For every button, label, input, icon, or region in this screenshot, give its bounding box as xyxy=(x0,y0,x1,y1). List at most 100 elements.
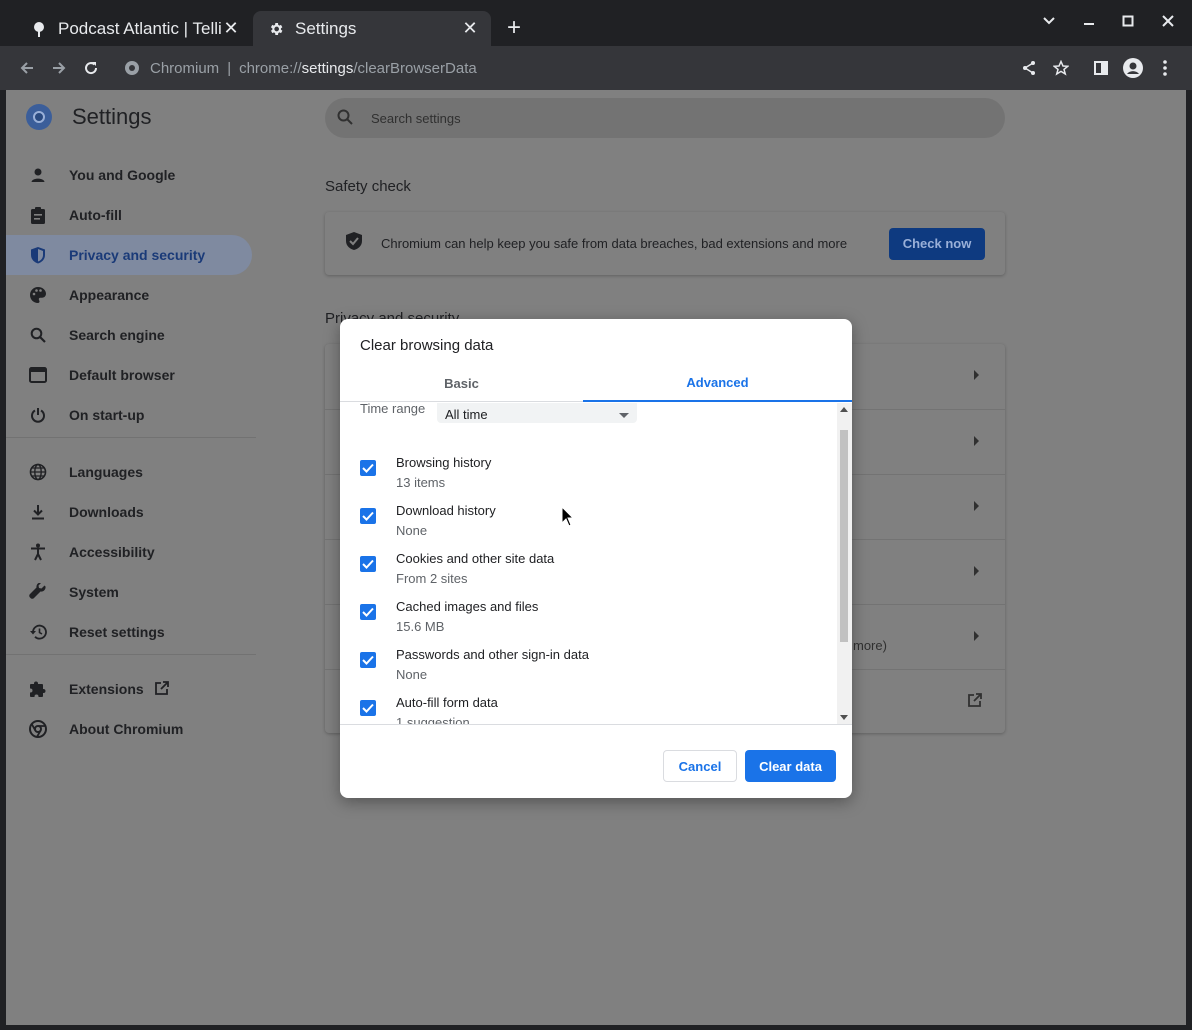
globe-icon xyxy=(28,462,48,482)
sidebar-item-label: Downloads xyxy=(69,504,144,520)
profile-avatar-icon[interactable] xyxy=(1121,56,1145,80)
checkbox-checked-icon[interactable] xyxy=(360,700,376,716)
data-type-item: Download history None xyxy=(360,503,820,547)
sidebar-item-privacy-and-security[interactable]: Privacy and security xyxy=(6,235,252,275)
data-type-item: Cached images and files 15.6 MB xyxy=(360,599,820,643)
minimize-icon[interactable] xyxy=(1083,14,1095,32)
sidebar-item-default-browser[interactable]: Default browser xyxy=(6,355,252,395)
data-type-label[interactable]: Browsing history xyxy=(396,455,491,470)
data-type-label[interactable]: Cookies and other site data xyxy=(396,551,554,566)
checkbox-checked-icon[interactable] xyxy=(360,508,376,524)
arrow-right-icon xyxy=(974,436,979,446)
tab-strip: Podcast Atlantic | Tellin ✕ Settings ✕ + xyxy=(0,0,1192,46)
external-link-icon xyxy=(967,692,985,710)
dialog-title: Clear browsing data xyxy=(360,337,494,354)
data-type-label[interactable]: Auto-fill form data xyxy=(396,695,498,710)
tab-podcast[interactable]: Podcast Atlantic | Tellin ✕ xyxy=(16,11,252,46)
data-type-label[interactable]: Download history xyxy=(396,503,496,518)
checkbox-checked-icon[interactable] xyxy=(360,460,376,476)
data-type-summary: 1 suggestion xyxy=(396,715,470,725)
dropdown-caret-icon xyxy=(619,413,629,418)
data-type-item: Passwords and other sign-in data None xyxy=(360,647,820,691)
close-window-icon[interactable] xyxy=(1162,14,1174,32)
close-tab-icon[interactable]: ✕ xyxy=(461,18,479,39)
arrow-right-icon xyxy=(974,501,979,511)
sidebar-item-accessibility[interactable]: Accessibility xyxy=(6,532,252,572)
data-type-label[interactable]: Passwords and other sign-in data xyxy=(396,647,589,662)
safety-check-card: Chromium can help keep you safe from dat… xyxy=(325,212,1005,275)
sidebar-item-system[interactable]: System xyxy=(6,572,252,612)
sidebar-item-label: About Chromium xyxy=(69,721,184,737)
clear-browsing-data-dialog: Clear browsing data Basic Advanced Time … xyxy=(340,319,852,798)
scroll-up-icon[interactable] xyxy=(840,407,848,412)
accessibility-icon xyxy=(28,542,48,562)
bookmark-star-icon[interactable] xyxy=(1049,56,1073,80)
chromium-logo-icon xyxy=(26,104,52,130)
sidebar-item-about-chromium[interactable]: About Chromium xyxy=(6,709,252,749)
checkbox-checked-icon[interactable] xyxy=(360,652,376,668)
clear-data-button[interactable]: Clear data xyxy=(745,750,836,782)
data-type-label[interactable]: Cached images and files xyxy=(396,599,538,614)
search-settings-input[interactable]: Search settings xyxy=(325,98,1005,138)
tab-advanced[interactable]: Advanced xyxy=(583,365,852,402)
sidebar-item-extensions[interactable]: Extensions xyxy=(6,669,252,709)
sidebar-item-appearance[interactable]: Appearance xyxy=(6,275,252,315)
clipboard-icon xyxy=(28,205,48,225)
checkbox-checked-icon[interactable] xyxy=(360,556,376,572)
tab-search-chevron-icon[interactable] xyxy=(1042,14,1056,33)
data-type-summary: None xyxy=(396,523,428,538)
shield-icon xyxy=(28,245,48,265)
address-bar[interactable]: Chromium | chrome://settings/clearBrowse… xyxy=(112,52,1072,84)
sidebar-item-label: System xyxy=(69,584,119,600)
sidebar-item-search-engine[interactable]: Search engine xyxy=(6,315,252,355)
palette-icon xyxy=(28,285,48,305)
sidebar-item-label: You and Google xyxy=(69,167,176,183)
address-separator: | xyxy=(227,59,232,77)
power-icon xyxy=(28,405,48,425)
sidebar-item-auto-fill[interactable]: Auto-fill xyxy=(6,195,252,235)
settings-brand: Settings xyxy=(26,104,152,130)
check-now-button[interactable]: Check now xyxy=(889,227,985,260)
checkbox-checked-icon[interactable] xyxy=(360,604,376,620)
privacy-row-snippet: more) xyxy=(853,638,887,653)
tab-title: Podcast Atlantic | Tellin xyxy=(58,18,222,38)
back-arrow-icon[interactable] xyxy=(15,56,39,80)
sidebar-item-label: Accessibility xyxy=(69,544,155,560)
tab-settings[interactable]: Settings ✕ xyxy=(253,11,491,46)
forward-arrow-icon[interactable] xyxy=(47,56,71,80)
data-type-item: Browsing history 13 items xyxy=(360,455,820,499)
new-tab-button[interactable]: + xyxy=(503,16,525,40)
side-panel-icon[interactable] xyxy=(1089,56,1113,80)
reload-icon[interactable] xyxy=(79,56,103,80)
time-range-select[interactable]: All time xyxy=(437,403,637,423)
time-range-label: Time range xyxy=(360,403,426,416)
podcast-favicon-icon xyxy=(30,20,48,38)
sidebar-item-languages[interactable]: Languages xyxy=(6,452,252,492)
data-type-summary: 13 items xyxy=(396,475,446,490)
maximize-icon[interactable] xyxy=(1122,14,1134,32)
dialog-scrollbar[interactable] xyxy=(837,403,852,724)
sidebar-item-downloads[interactable]: Downloads xyxy=(6,492,252,532)
puzzle-icon xyxy=(28,679,48,699)
close-tab-icon[interactable]: ✕ xyxy=(222,18,240,39)
search-placeholder: Search settings xyxy=(371,110,461,126)
sidebar-item-on-start-up[interactable]: On start-up xyxy=(6,395,252,435)
scroll-down-icon[interactable] xyxy=(840,715,848,720)
safety-check-title: Safety check xyxy=(325,178,411,195)
person-icon xyxy=(28,165,48,185)
chromium-site-icon[interactable] xyxy=(122,58,142,78)
external-link-icon xyxy=(154,680,170,699)
arrow-right-icon xyxy=(974,370,979,380)
scroll-thumb[interactable] xyxy=(840,430,848,642)
page-title: Settings xyxy=(72,104,152,129)
share-icon[interactable] xyxy=(1017,56,1041,80)
sidebar-item-reset-settings[interactable]: Reset settings xyxy=(6,612,252,652)
cancel-button[interactable]: Cancel xyxy=(663,750,737,782)
sidebar-item-label: Privacy and security xyxy=(69,247,206,263)
kebab-menu-icon[interactable] xyxy=(1153,56,1177,80)
tab-basic[interactable]: Basic xyxy=(340,365,583,402)
browser-toolbar: Chromium | chrome://settings/clearBrowse… xyxy=(0,46,1192,90)
url-path: /clearBrowserData xyxy=(353,59,477,77)
shield-check-icon xyxy=(345,231,365,256)
sidebar-item-you-and-google[interactable]: You and Google xyxy=(6,155,252,195)
